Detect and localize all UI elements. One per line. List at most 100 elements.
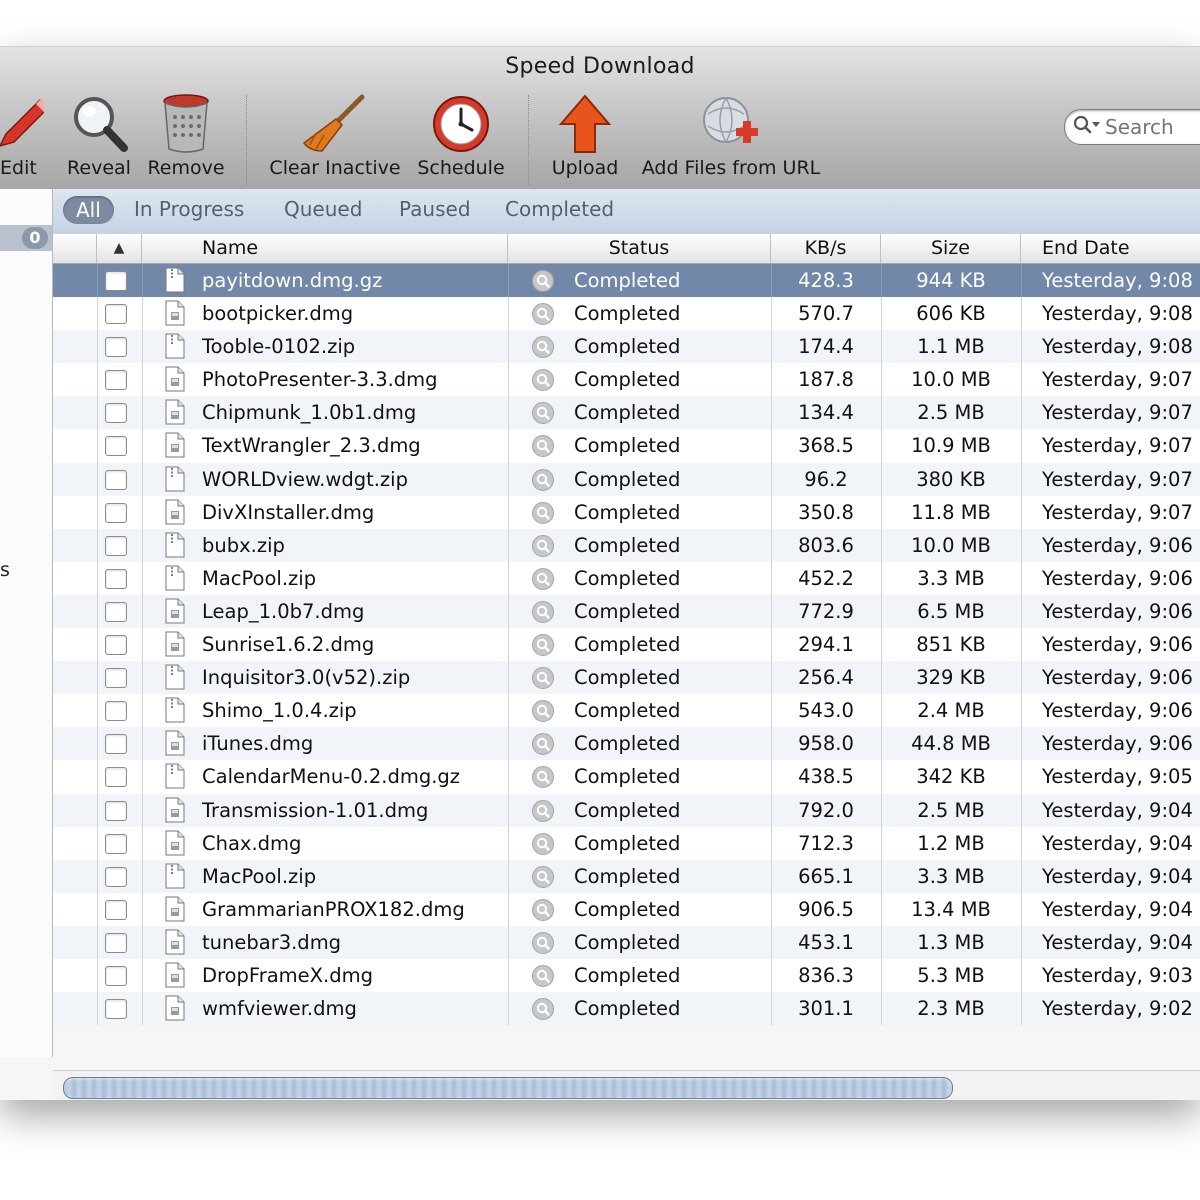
table-row[interactable]: Tooble-0102.zip Completed 174.4 1.1 MB Yeste… (53, 330, 1200, 364)
reveal-magnifier-icon[interactable] (531, 700, 555, 726)
table-row[interactable]: DivXInstaller.dmg Completed 350.8 11.8 MB Ye… (53, 495, 1200, 529)
table-row[interactable]: bootpicker.dmg Completed 570.7 606 KB Yester… (53, 297, 1200, 331)
reveal-magnifier-icon[interactable] (531, 931, 555, 958)
row-checkbox[interactable] (105, 568, 127, 589)
row-checkbox[interactable] (105, 734, 127, 755)
row-checkbox[interactable] (105, 535, 127, 556)
table-row[interactable]: tunebar3.dmg Completed 453.1 1.3 MB Yesterda… (53, 925, 1200, 959)
table-row[interactable]: Chipmunk_1.0b1.dmg Completed 134.4 2.5 MB Ye… (53, 396, 1200, 430)
table-row[interactable]: DropFrameX.dmg Completed 836.3 5.3 MB Yester… (53, 958, 1200, 993)
file-name: Chax.dmg (202, 831, 302, 855)
row-checkbox[interactable] (105, 337, 127, 358)
grid-line (97, 892, 98, 926)
row-checkbox[interactable] (105, 701, 127, 722)
sidebar-item-selected[interactable]: 0 (0, 225, 52, 251)
row-checkbox[interactable] (105, 635, 127, 656)
row-checkbox[interactable] (105, 668, 127, 689)
reveal-magnifier-icon[interactable] (531, 303, 555, 329)
schedule-button[interactable]: Schedule (414, 93, 508, 179)
reveal-magnifier-icon[interactable] (531, 832, 555, 859)
column-header-size[interactable]: Size (881, 234, 1021, 263)
table-row[interactable]: GrammarianPROX182.dmg Completed 906.5 13.4 … (53, 892, 1200, 926)
table-row[interactable]: TextWrangler_2.3.dmg Completed 368.5 10.9 M… (53, 429, 1200, 463)
reveal-magnifier-icon[interactable] (531, 468, 555, 495)
table-row[interactable]: Leap_1.0b7.dmg Completed 772.9 6.5 MB Yester… (53, 594, 1200, 629)
edit-button[interactable]: Edit (0, 93, 44, 179)
clear-inactive-button[interactable]: Clear Inactive (266, 93, 404, 179)
row-checkbox[interactable] (105, 271, 127, 291)
column-header-speed[interactable]: KB/s (771, 234, 881, 263)
table-row[interactable]: Inquisitor3.0(v52).zip Completed 256.4 329 … (53, 661, 1200, 695)
reveal-magnifier-icon[interactable] (531, 534, 555, 561)
reveal-magnifier-icon[interactable] (531, 501, 555, 528)
table-row[interactable]: CalendarMenu-0.2.dmg.gz Completed 438.5 342… (53, 760, 1200, 794)
reveal-magnifier-icon[interactable] (531, 898, 555, 925)
filter-completed[interactable]: Completed (505, 197, 614, 221)
search-field[interactable] (1064, 109, 1200, 145)
disk-image-file-icon (165, 995, 185, 1025)
row-checkbox[interactable] (105, 932, 127, 953)
row-checkbox[interactable] (105, 833, 127, 854)
filter-paused[interactable]: Paused (399, 197, 471, 221)
grid-line (142, 992, 143, 1026)
table-row[interactable]: MacPool.zip Completed 665.1 3.3 MB Yesterday… (53, 859, 1200, 893)
reveal-magnifier-icon[interactable] (531, 667, 555, 693)
row-checkbox[interactable] (105, 469, 127, 490)
reveal-magnifier-icon[interactable] (531, 567, 555, 594)
row-checkbox[interactable] (105, 436, 127, 457)
reveal-magnifier-icon[interactable] (531, 600, 555, 627)
table-row[interactable]: PhotoPresenter-3.3.dmg Completed 187.8 10.0… (53, 363, 1200, 397)
row-checkbox[interactable] (105, 800, 127, 821)
reveal-magnifier-icon[interactable] (531, 964, 555, 991)
table-row[interactable]: wmfviewer.dmg Completed 301.1 2.3 MB Yesterd… (53, 992, 1200, 1026)
reveal-magnifier-icon[interactable] (531, 766, 555, 792)
row-checkbox[interactable] (105, 767, 127, 788)
reveal-magnifier-icon[interactable] (531, 733, 555, 759)
row-checkbox[interactable] (105, 601, 127, 622)
horizontal-scrollbar[interactable] (53, 1070, 1200, 1100)
row-checkbox[interactable] (105, 370, 127, 391)
filter-all[interactable]: All (63, 196, 114, 224)
row-checkbox[interactable] (105, 304, 127, 325)
add-files-from-url-button[interactable]: Add Files from URL (636, 93, 826, 179)
row-checkbox[interactable] (105, 866, 127, 887)
table-row[interactable]: WORLDview.wdgt.zip Completed 96.2 380 KB Yes… (53, 462, 1200, 496)
column-header-name[interactable]: Name (142, 234, 508, 263)
filter-in-progress[interactable]: In Progress (134, 197, 244, 221)
reveal-magnifier-icon[interactable] (531, 270, 555, 296)
filter-queued[interactable]: Queued (284, 197, 362, 221)
sidebar-item-label[interactable]: s (0, 559, 10, 581)
scrollbar-thumb[interactable] (63, 1077, 953, 1099)
file-name: Sunrise1.6.2.dmg (202, 633, 375, 657)
table-row[interactable]: payitdown.dmg.gz Completed 428.3 944 KB Yest… (53, 264, 1200, 298)
table-row[interactable]: iTunes.dmg Completed 958.0 44.8 MB Yesterday… (53, 727, 1200, 761)
column-header-end-date[interactable]: End Date (1021, 234, 1200, 263)
table-row[interactable]: Transmission-1.01.dmg Completed 792.0 2.5 M… (53, 793, 1200, 827)
reveal-magnifier-icon[interactable] (531, 369, 555, 395)
reveal-magnifier-icon[interactable] (531, 865, 555, 892)
reveal-magnifier-icon[interactable] (531, 336, 555, 362)
search-input[interactable] (1103, 114, 1200, 140)
table-row[interactable]: bubx.zip Completed 803.6 10.0 MB Yesterday, … (53, 528, 1200, 562)
size-value: 6.5 MB (917, 599, 985, 623)
table-row[interactable]: Shimo_1.0.4.zip Completed 543.0 2.4 MB Yeste… (53, 694, 1200, 728)
reveal-magnifier-icon[interactable] (531, 435, 555, 461)
remove-button[interactable]: Remove (146, 93, 226, 179)
row-checkbox[interactable] (105, 403, 127, 424)
upload-button[interactable]: Upload (548, 93, 622, 179)
reveal-magnifier-icon[interactable] (531, 634, 555, 660)
row-checkbox[interactable] (105, 999, 127, 1020)
reveal-magnifier-icon[interactable] (531, 402, 555, 428)
row-checkbox[interactable] (105, 502, 127, 523)
table-row[interactable]: MacPool.zip Completed 452.2 3.3 MB Yesterday… (53, 561, 1200, 595)
table-row[interactable]: Sunrise1.6.2.dmg Completed 294.1 851 KB Yest… (53, 628, 1200, 662)
status-text: Completed (574, 897, 681, 921)
row-checkbox[interactable] (105, 965, 127, 986)
reveal-button[interactable]: Reveal (64, 93, 134, 179)
table-row[interactable]: Chax.dmg Completed 712.3 1.2 MB Yesterday, 9… (53, 826, 1200, 860)
sort-ascending-icon[interactable]: ▲ (97, 234, 142, 263)
reveal-magnifier-icon[interactable] (531, 998, 555, 1024)
reveal-magnifier-icon[interactable] (531, 799, 555, 826)
column-header-status[interactable]: Status (508, 234, 771, 263)
row-checkbox[interactable] (105, 899, 127, 920)
